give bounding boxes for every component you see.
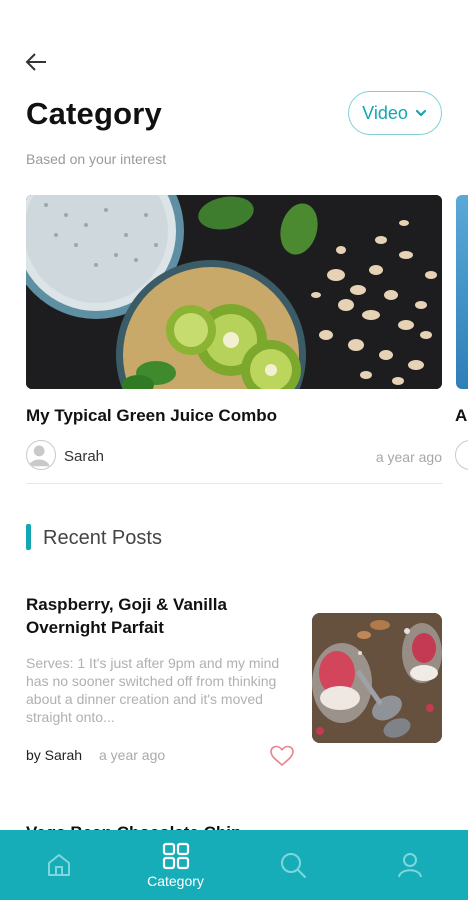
recent-post-excerpt: Serves: 1 It's just after 9pm and my min… [26, 655, 280, 725]
nav-profile[interactable] [351, 830, 468, 900]
dropdown-selected-label: Video [362, 102, 408, 123]
media-type-dropdown[interactable]: Video [348, 91, 442, 135]
recent-post-image[interactable] [312, 613, 442, 743]
featured-post-image[interactable] [26, 195, 442, 389]
author-avatar [26, 440, 56, 470]
nav-category-label: Category [147, 873, 204, 889]
recent-post-time: a year ago [99, 747, 166, 763]
page-title: Category [26, 96, 162, 131]
home-icon [47, 854, 70, 876]
nav-home[interactable] [0, 830, 117, 900]
section-accent-bar [26, 524, 31, 550]
divider [26, 483, 442, 484]
next-featured-image[interactable] [456, 195, 468, 389]
heart-icon[interactable] [270, 745, 294, 767]
bottom-navigation: Category [0, 830, 468, 900]
next-author-avatar [455, 440, 468, 470]
author-name: Sarah [64, 448, 105, 465]
nav-category[interactable]: Category [117, 830, 234, 900]
page-subtitle: Based on your interest [26, 151, 167, 167]
recent-post-title[interactable]: Raspberry, Goji & Vanilla Overnight Parf… [26, 593, 296, 639]
featured-post-time: a year ago [375, 449, 442, 465]
nav-search[interactable] [234, 830, 351, 900]
chevron-down-icon [415, 109, 426, 117]
parfait-photo [312, 613, 442, 743]
recent-post-author: by Sarah [26, 747, 83, 763]
profile-icon [397, 853, 422, 878]
next-featured-title[interactable]: A [455, 406, 467, 426]
back-arrow-icon[interactable] [22, 48, 50, 76]
search-icon [280, 853, 306, 878]
section-title-recent-posts: Recent Posts [43, 527, 162, 549]
food-photo [26, 195, 442, 389]
featured-post-title[interactable]: My Typical Green Juice Combo [26, 406, 277, 426]
avatar-placeholder-icon [28, 445, 50, 467]
grid-icon [162, 842, 189, 870]
